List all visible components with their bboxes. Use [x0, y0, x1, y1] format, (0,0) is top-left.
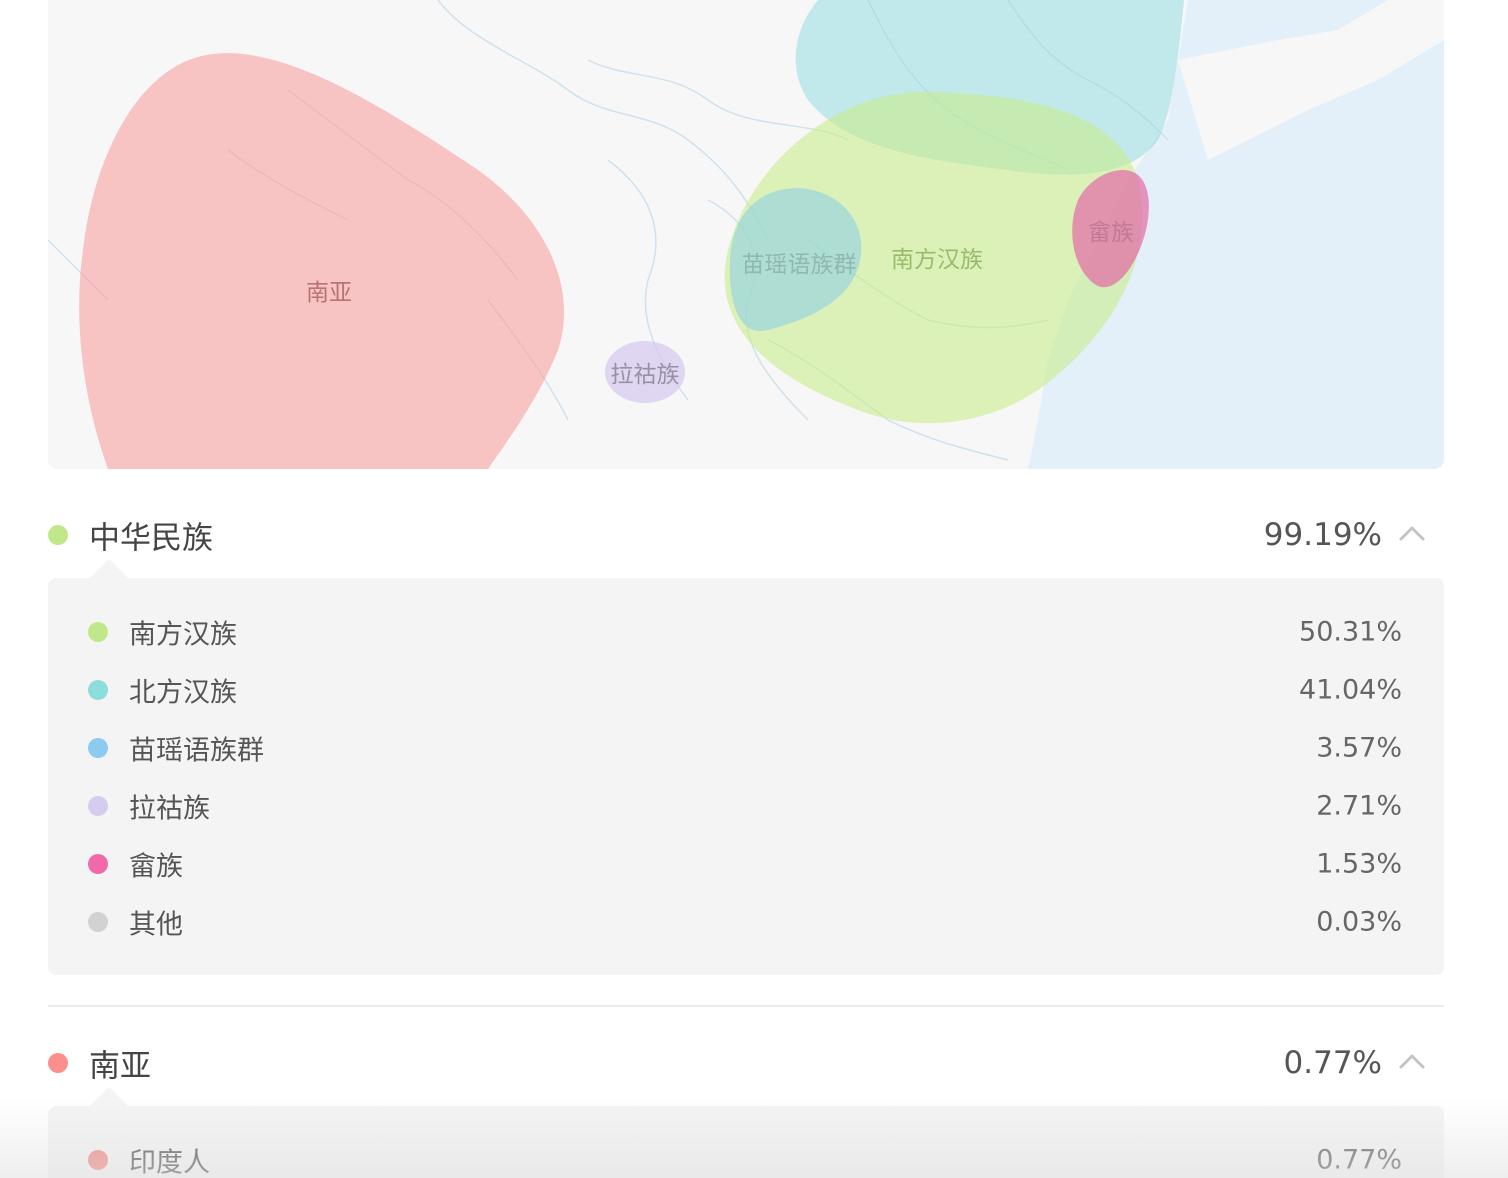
group-header-south-asia[interactable]: 南亚 0.77%	[48, 1033, 1444, 1093]
map-label-lahu: 拉祜族	[610, 362, 680, 388]
item-percent: 2.71%	[1316, 790, 1402, 822]
group-color-dot	[48, 1053, 68, 1073]
item-color-dot	[88, 622, 108, 642]
list-item[interactable]: 印度人 0.77%	[48, 1131, 1444, 1178]
item-name: 畲族	[129, 851, 183, 883]
map-label-miao-yao: 苗瑶语族群	[741, 252, 857, 278]
item-name: 北方汉族	[129, 677, 237, 709]
group-divider	[48, 1005, 1444, 1007]
group-name: 南亚	[89, 1048, 151, 1085]
item-percent: 41.04%	[1299, 674, 1402, 706]
item-percent: 3.57%	[1316, 732, 1402, 764]
group-percent: 0.77%	[1283, 1045, 1382, 1081]
item-name: 印度人	[129, 1147, 210, 1178]
map-label-south-asia: 南亚	[306, 280, 352, 306]
list-item[interactable]: 北方汉族 41.04%	[48, 661, 1444, 719]
korea-japan-land	[1178, 0, 1444, 160]
item-color-dot	[88, 854, 108, 874]
item-percent: 50.31%	[1299, 616, 1402, 648]
list-item[interactable]: 其他 0.03%	[48, 893, 1444, 951]
list-item[interactable]: 南方汉族 50.31%	[48, 603, 1444, 661]
item-name: 南方汉族	[129, 619, 237, 651]
item-color-dot	[88, 1150, 108, 1170]
list-item[interactable]: 苗瑶语族群 3.57%	[48, 719, 1444, 777]
subgroup-panel-chinese: 南方汉族 50.31% 北方汉族 41.04% 苗瑶语族群 3.57% 拉祜族 …	[48, 559, 1444, 975]
subgroup-panel-south-asia: 印度人 0.77%	[48, 1087, 1444, 1178]
list-item[interactable]: 拉祜族 2.71%	[48, 777, 1444, 835]
item-color-dot	[88, 912, 108, 932]
item-name: 拉祜族	[129, 793, 210, 825]
item-name: 苗瑶语族群	[129, 735, 264, 767]
list-item[interactable]: 畲族 1.53%	[48, 835, 1444, 893]
chevron-up-icon[interactable]	[1398, 1052, 1426, 1070]
item-color-dot	[88, 738, 108, 758]
group-color-dot	[48, 525, 68, 545]
item-percent: 0.03%	[1316, 906, 1402, 938]
item-color-dot	[88, 680, 108, 700]
ancestry-map[interactable]: 南亚 南方汉族 苗瑶语族群 拉祜族 畲族	[48, 0, 1444, 469]
group-percent: 99.19%	[1263, 517, 1382, 553]
item-color-dot	[88, 796, 108, 816]
item-percent: 1.53%	[1316, 848, 1402, 880]
item-name: 其他	[129, 909, 183, 941]
map-label-south-han: 南方汉族	[891, 247, 983, 273]
group-name: 中华民族	[89, 520, 213, 557]
item-percent: 0.77%	[1316, 1144, 1402, 1176]
group-header-chinese[interactable]: 中华民族 99.19%	[48, 505, 1444, 565]
map-label-she: 畲族	[1088, 220, 1134, 246]
ancestry-composition-page: 南亚 南方汉族 苗瑶语族群 拉祜族 畲族 中华民族 99.19% 南方汉族 50…	[0, 0, 1508, 1178]
chevron-up-icon[interactable]	[1398, 524, 1426, 542]
map-canvas	[48, 0, 1444, 469]
